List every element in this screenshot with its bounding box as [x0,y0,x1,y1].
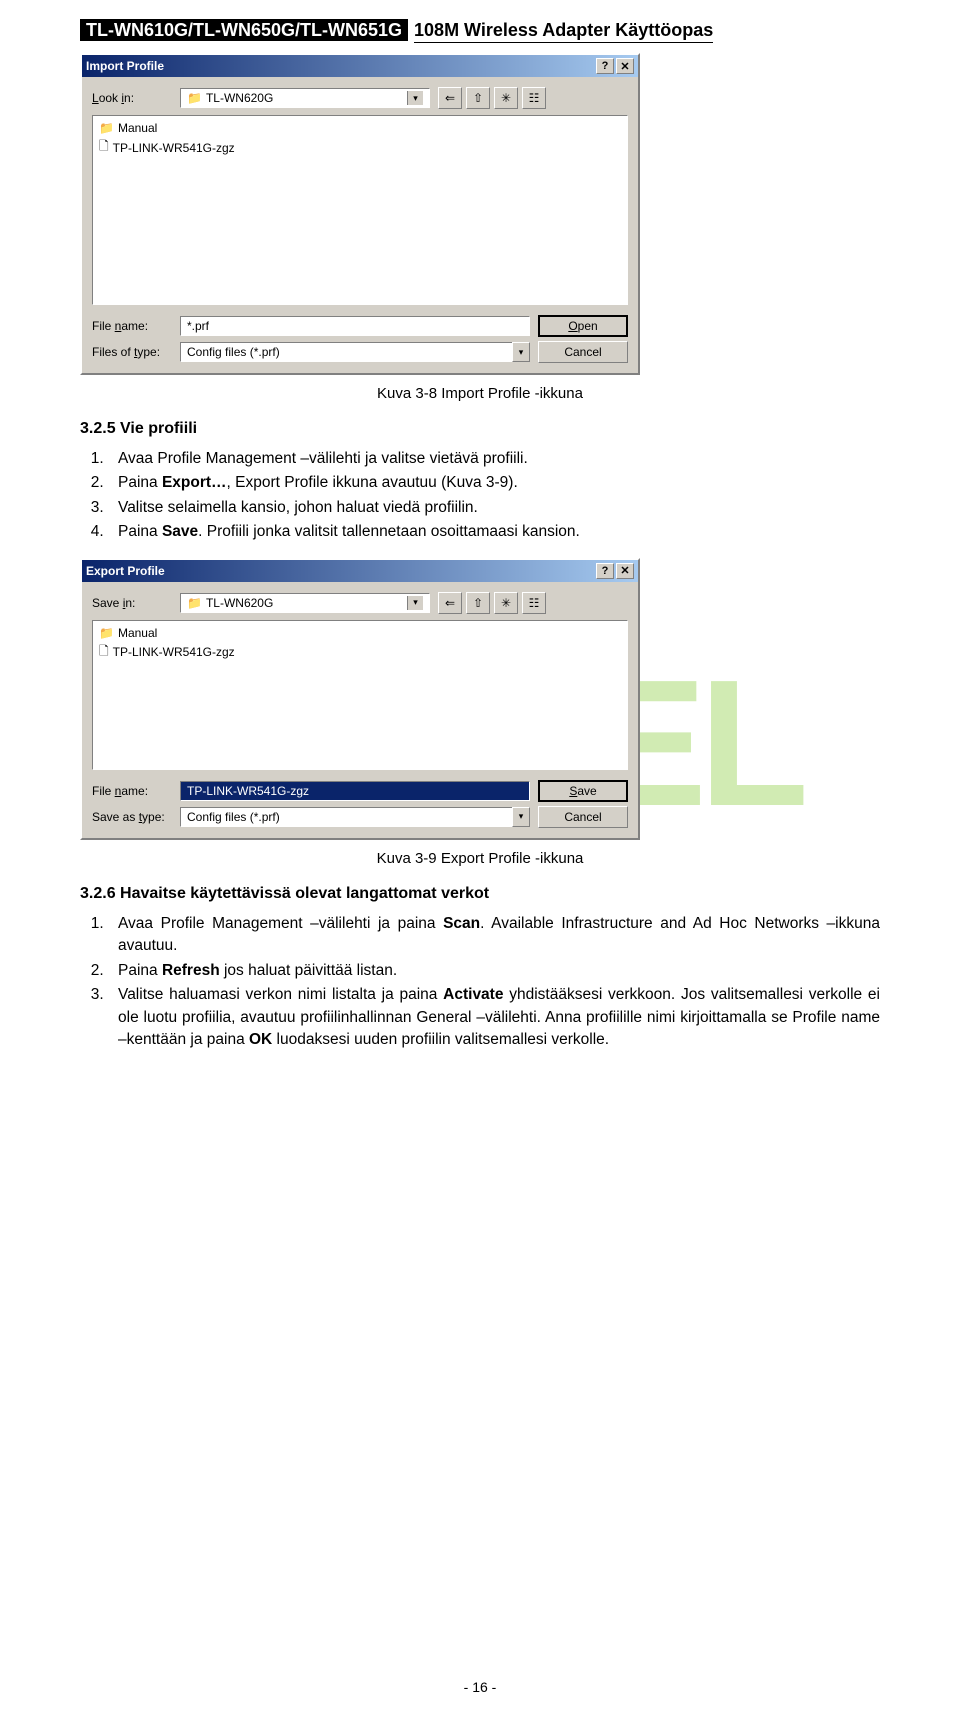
chevron-down-icon[interactable] [512,807,530,827]
import-title-text: Import Profile [86,59,164,73]
list-item[interactable]: TP-LINK-WR541G-zgz [97,641,623,664]
lookin-value: TL-WN620G [206,91,403,105]
filetype-label: Files of type: [92,345,172,359]
import-titlebar: Import Profile ? ✕ [82,55,638,77]
page-number: - 16 - [0,1679,960,1695]
filename-value: TP-LINK-WR541G-zgz [187,784,309,798]
nav-newfolder-button[interactable]: ✳ [494,87,518,109]
lookin-label: Look in: [92,91,172,105]
help-button[interactable]: ? [596,58,614,74]
help-button[interactable]: ? [596,563,614,579]
section-3.2.6-list: Avaa Profile Management –välilehti ja pa… [80,913,880,1052]
filename-input[interactable]: TP-LINK-WR541G-zgz [180,781,530,801]
nav-up-button[interactable]: ⇧ [466,592,490,614]
file-name: TP-LINK-WR541G-zgz [113,141,235,155]
caption-3-8: Kuva 3-8 Import Profile -ikkuna [80,385,880,402]
list-item: Paina Refresh jos haluat päivittää lista… [108,960,880,982]
header-title: 108M Wireless Adapter Käyttöopas [414,20,713,43]
saveas-combo[interactable]: Config files (*.prf) [180,807,530,827]
list-item: Valitse haluamasi verkon nimi listalta j… [108,984,880,1051]
list-item: Valitse selaimella kansio, johon haluat … [108,497,880,519]
close-button[interactable]: ✕ [616,563,634,579]
filename-input[interactable]: *.prf [180,316,530,336]
nav-view-button[interactable]: ☷ [522,87,546,109]
filetype-combo[interactable]: Config files (*.prf) [180,342,530,362]
savein-label: Save in: [92,596,172,610]
section-3.2.6-heading: 3.2.6 Havaitse käytettävissä olevat lang… [80,885,880,903]
export-filelist[interactable]: Manual TP-LINK-WR541G-zgz [92,620,628,770]
import-profile-dialog: Import Profile ? ✕ Look in: TL-WN620G ⇐ [80,53,640,375]
export-title-text: Export Profile [86,564,165,578]
chevron-down-icon[interactable] [512,342,530,362]
nav-view-button[interactable]: ☷ [522,592,546,614]
nav-back-button[interactable]: ⇐ [438,592,462,614]
chevron-down-icon[interactable] [407,596,423,610]
header-models: TL-WN610G/TL-WN650G/TL-WN651G [80,19,408,41]
export-profile-dialog: Export Profile ? ✕ Save in: TL-WN620G ⇐ [80,558,640,840]
lookin-combo[interactable]: TL-WN620G [180,88,430,108]
savein-value: TL-WN620G [206,596,403,610]
folder-icon [187,596,202,610]
file-name: Manual [118,121,157,135]
nav-newfolder-button[interactable]: ✳ [494,592,518,614]
filename-value: *.prf [187,319,209,333]
nav-back-button[interactable]: ⇐ [438,87,462,109]
section-3.2.5-heading: 3.2.5 Vie profiili [80,420,880,438]
file-icon [99,642,109,663]
open-button[interactable]: Open [538,315,628,337]
import-filelist[interactable]: Manual TP-LINK-WR541G-zgz [92,115,628,305]
folder-icon [99,626,114,640]
filename-label: File name: [92,319,172,333]
filetype-value: Config files (*.prf) [187,345,280,359]
chevron-down-icon[interactable] [407,91,423,105]
save-button[interactable]: Save [538,780,628,802]
list-item: Paina Save. Profiili jonka valitsit tall… [108,521,880,543]
list-item: Avaa Profile Management –välilehti ja pa… [108,913,880,958]
list-item[interactable]: Manual [97,625,623,641]
file-name: Manual [118,626,157,640]
cancel-button[interactable]: Cancel [538,806,628,828]
cancel-button[interactable]: Cancel [538,341,628,363]
export-titlebar: Export Profile ? ✕ [82,560,638,582]
section-3.2.5-list: Avaa Profile Management –välilehti ja va… [80,448,880,544]
file-name: TP-LINK-WR541G-zgz [113,645,235,659]
doc-header: TL-WN610G/TL-WN650G/TL-WN651G 108M Wirele… [80,20,880,41]
caption-3-9: Kuva 3-9 Export Profile -ikkuna [80,850,880,867]
nav-up-button[interactable]: ⇧ [466,87,490,109]
list-item: Paina Export…, Export Profile ikkuna ava… [108,472,880,494]
filename-label: File name: [92,784,172,798]
saveas-value: Config files (*.prf) [187,810,280,824]
close-button[interactable]: ✕ [616,58,634,74]
file-icon [99,137,109,158]
list-item[interactable]: TP-LINK-WR541G-zgz [97,136,623,159]
savein-combo[interactable]: TL-WN620G [180,593,430,613]
list-item[interactable]: Manual [97,120,623,136]
folder-icon [99,121,114,135]
list-item: Avaa Profile Management –välilehti ja va… [108,448,880,470]
saveas-label: Save as type: [92,810,172,824]
folder-icon [187,91,202,105]
